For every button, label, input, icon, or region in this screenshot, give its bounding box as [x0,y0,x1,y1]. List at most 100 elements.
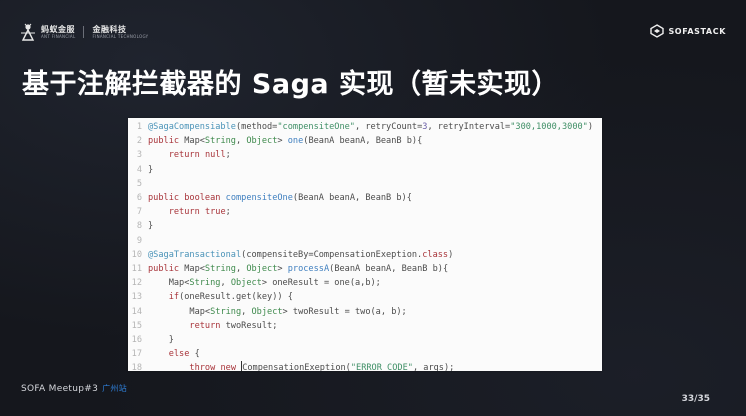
code-token: String [210,306,242,317]
code-token: @SagaTransactional [148,249,242,260]
code-line: 1 @SagaCompensiable(method="compensiteOne… [128,120,602,134]
code-line: 8} [128,219,602,233]
code-line: 15 return twoResult; [128,319,602,333]
code-token: (BeanA beanA, BeanB b){ [329,264,449,274]
brand-cn: 蚂蚁金服 [41,25,75,34]
code-token: String [189,278,221,289]
code-line: 16 } [128,333,602,347]
code-token: String [204,264,236,274]
code-token: return [189,320,221,331]
event-city: 广州站 [102,384,128,393]
code-line: 2 public Map<String, Object> one(BeanA be… [128,134,602,148]
line-number: 1 [136,122,142,132]
page-number: 33/35 [681,394,710,404]
line-number: 16 [131,335,142,345]
code-token: public [148,264,180,274]
code-token: processA [287,264,330,274]
line-number: 13 [131,292,142,303]
code-token: Object [246,264,278,274]
code-text: } [148,333,174,347]
code-text: public Map<String, Object> one(BeanA bea… [148,134,422,148]
code-line: 13 if(oneResult.get(key)) { [128,290,602,304]
line-number: 6 [136,193,142,203]
code-token: , [235,136,247,147]
line-number: 2 [136,136,142,147]
code-token: > oneResult = one(a,b); [261,278,381,289]
ant-icon [21,23,35,41]
code-text: public Map<String, Object> processA(Bean… [148,262,448,276]
code-token: if [168,292,180,303]
code-token: ; [225,207,231,218]
line-number: 12 [131,278,142,289]
code-token: , args); [412,363,455,371]
code-token: CompensationExeption( [242,363,351,371]
code-token: (BeanA beanA, BeanB b){ [303,136,423,147]
line-number: 15 [131,320,142,331]
code-line: 11 public Map<String, Object> processA(Be… [128,262,602,276]
line-number: 5 [136,178,142,189]
code-text: else { [148,347,200,361]
code-token: new [220,363,236,371]
code-token: ) [448,249,454,260]
code-text: if(oneResult.get(key)) { [148,290,293,304]
code-token: ) [587,122,594,132]
code-token: , retryCount= [354,122,423,132]
code-token: public [148,193,180,203]
footer-event: SOFA Meetup#3 广州站 [21,383,127,394]
sofastack-text: SOFASTACK [668,26,726,36]
code-line: 9 [128,234,602,248]
sofastack-logo: SOFASTACK [650,24,726,38]
code-token: > twoResult = two(a, b); [282,306,407,317]
code-line: 14 Map<String, Object> twoResult = two(a… [128,305,602,319]
code-token: > [277,136,288,147]
code-line: 10 @SagaTransactional(compensiteBy=Compen… [128,248,602,262]
line-number: 17 [131,349,142,360]
code-token: > [277,264,288,274]
code-editor-panel: 1 @SagaCompensiable(method="compensiteOne… [128,118,602,371]
line-number: 7 [136,207,142,218]
code-token: } [148,335,174,345]
code-token: Map< [179,264,205,274]
line-number: 11 [131,264,142,274]
code-token: class [422,249,449,260]
event-name: SOFA Meetup#3 [21,384,99,394]
code-token: (oneResult.get(key)) { [179,292,293,303]
code-token: twoResult; [220,320,278,331]
code-token: @SagaCompensiable [148,122,236,132]
code-token: return [168,207,200,218]
code-line: 12 Map<String, Object> oneResult = one(a… [128,276,602,290]
code-text: Map<String, Object> oneResult = one(a,b)… [148,276,381,290]
code-token: "compensiteOne" [277,122,355,132]
code-text: throw new CompensationExeption("ERROR_CO… [148,361,454,371]
code-token: boolean [184,193,221,203]
code-token: (compensiteBy=CompensationExeption. [241,249,423,260]
brand-divider [83,26,85,38]
line-number: 4 [136,164,142,175]
code-token: compensiteOne [225,193,293,203]
code-token: } [148,164,154,175]
code-token: } [148,221,154,232]
code-token: Object [246,136,278,147]
code-line: 7 return true; [128,205,602,219]
code-line: 4} [128,163,602,177]
line-number: 8 [136,221,142,232]
brand-fin-en: FINANCIAL TECHNOLOGY [92,34,149,39]
code-text: Map<String, Object> twoResult = two(a, b… [148,305,407,319]
line-number: 14 [131,306,142,317]
code-line: 17 else { [128,347,602,361]
line-number: 10 [131,249,142,260]
code-text: @SagaTransactional(compensiteBy=Compensa… [148,248,453,262]
code-text: @SagaCompensiable(method="compensiteOne"… [148,120,593,134]
line-number: 18 [131,363,142,371]
code-token: true [204,207,226,218]
code-text: return null; [148,148,231,162]
code-token: , [241,306,252,317]
code-token: "300,1000,3000" [510,122,588,132]
code-token: Map< [148,306,211,317]
sofastack-icon [650,24,665,38]
code-token: Map< [179,136,205,147]
